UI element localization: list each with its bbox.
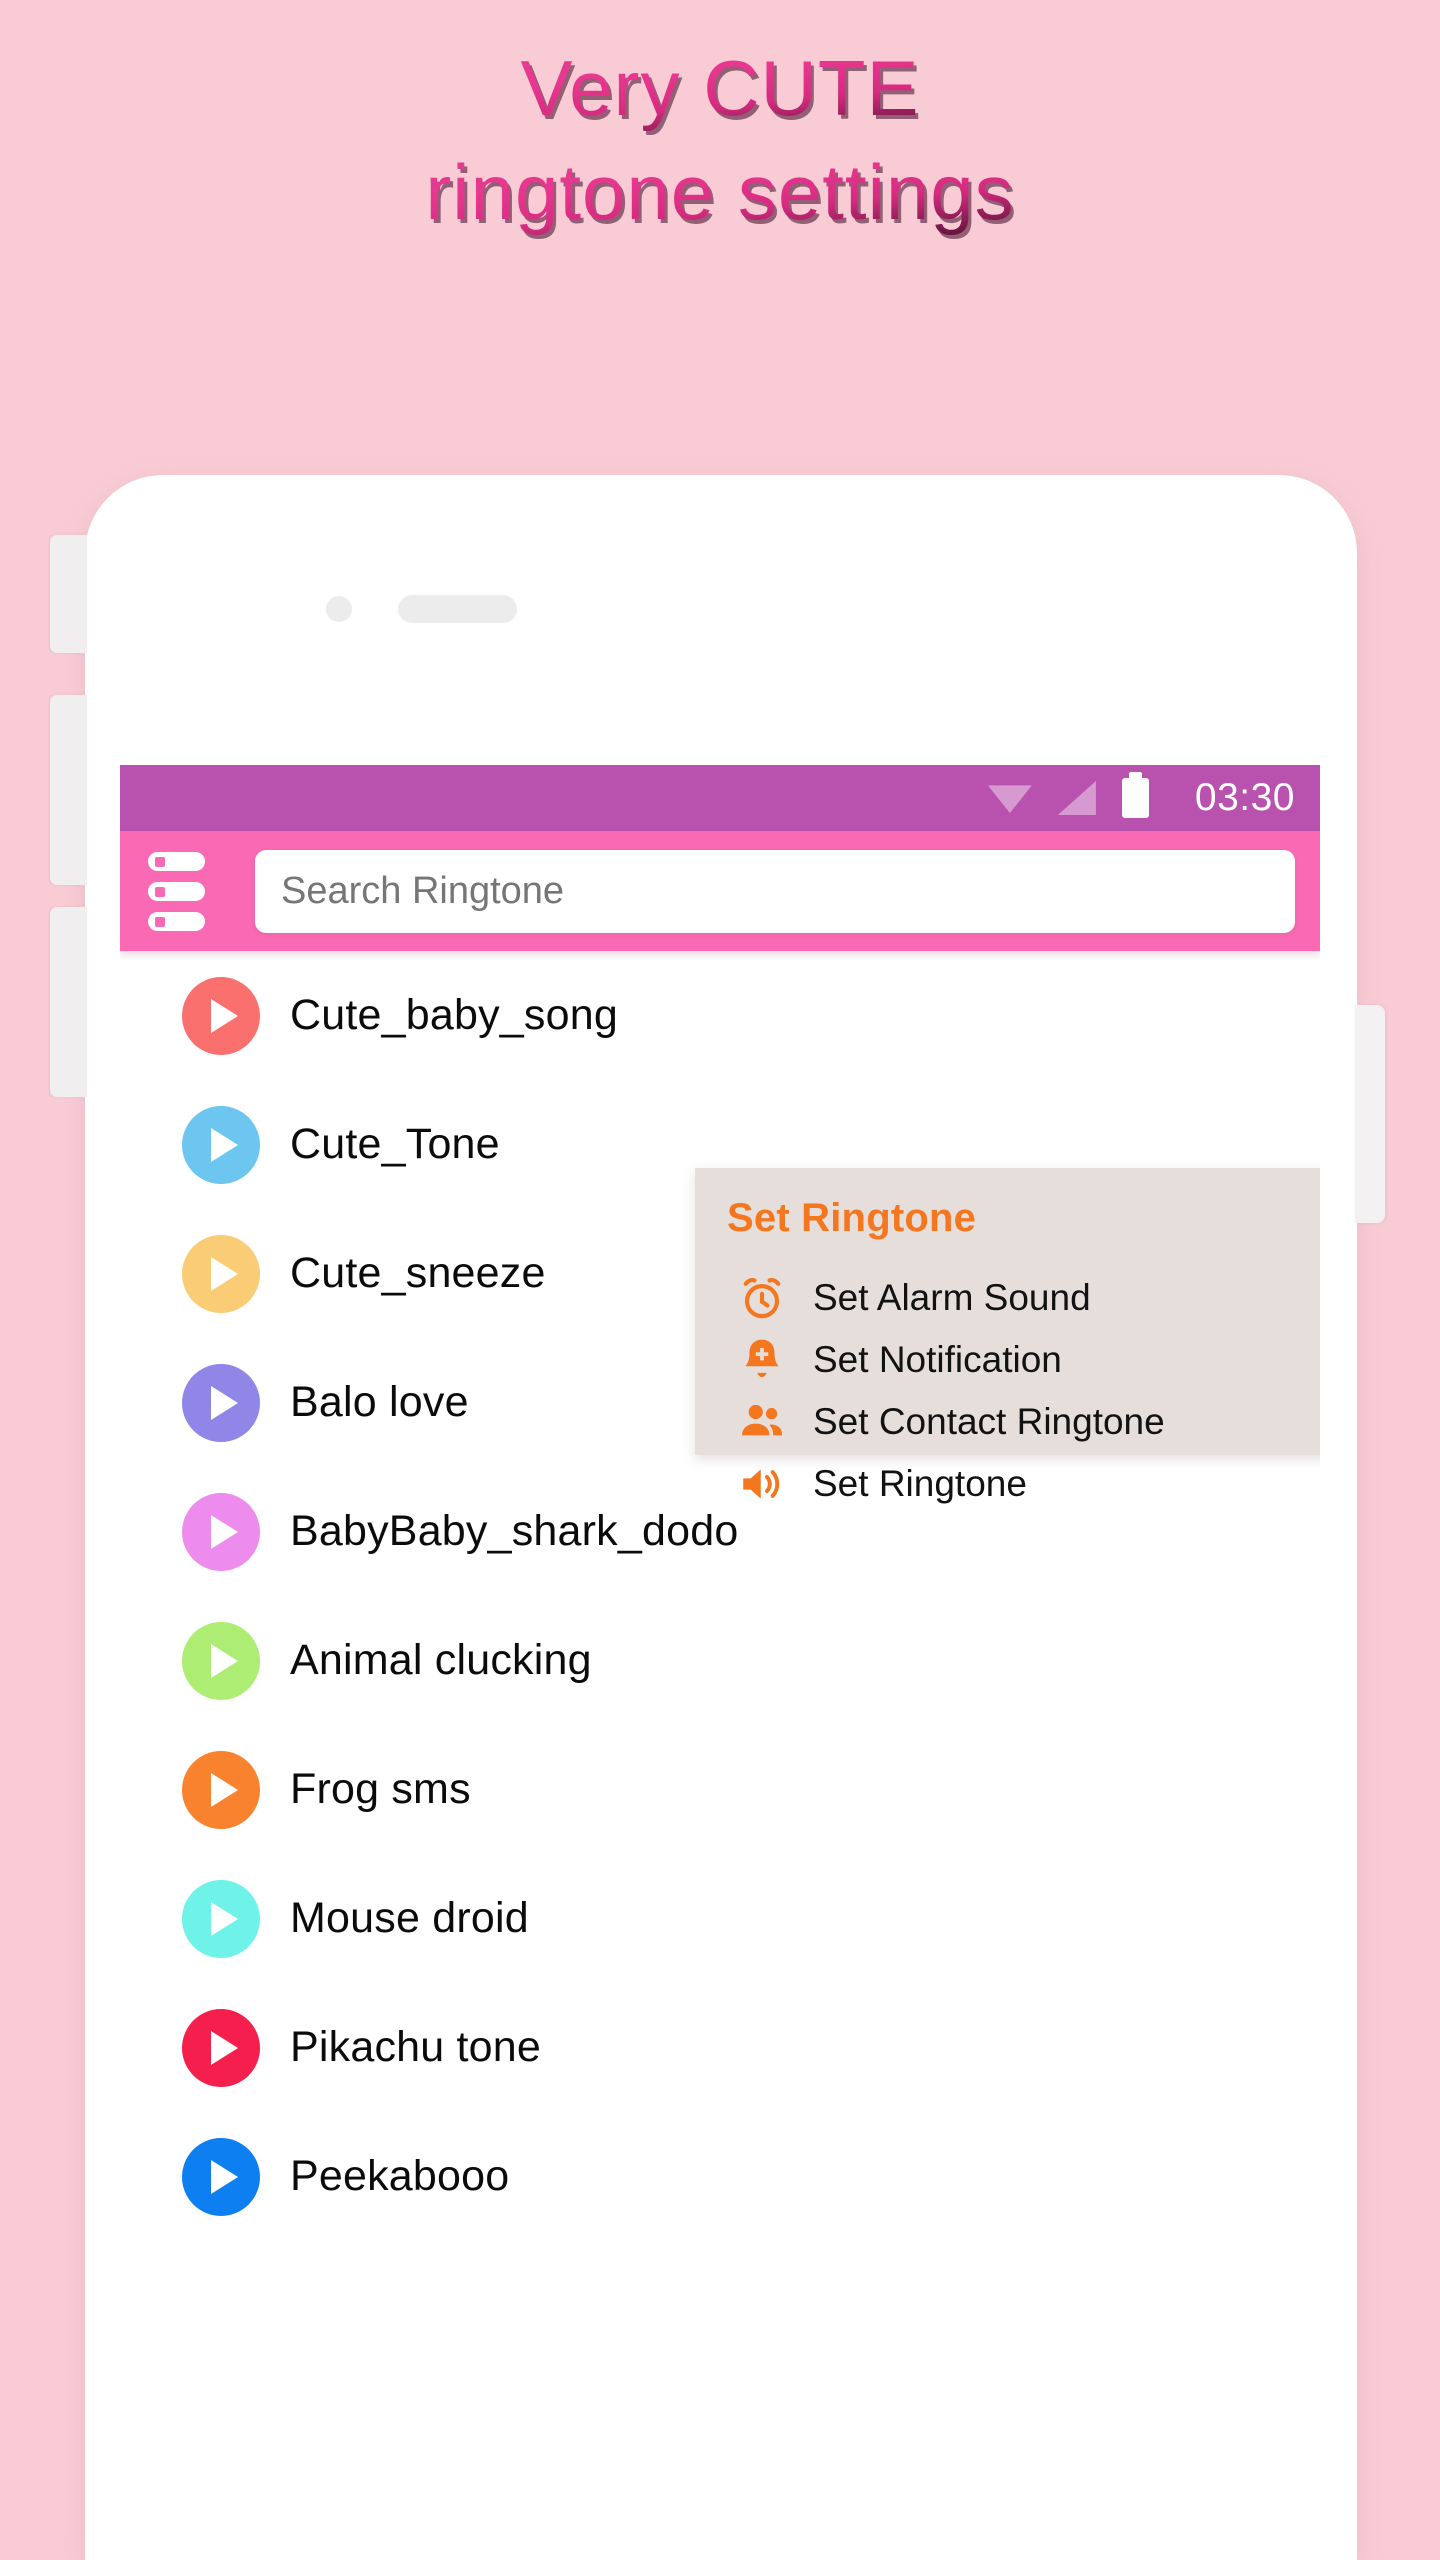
ringtone-row[interactable]: Mouse droid — [120, 1854, 1320, 1983]
ringtone-label: Cute_Tone — [290, 1120, 500, 1168]
ringtone-row[interactable]: Cute_baby_song — [120, 951, 1320, 1080]
phone-side-button-volume-down[interactable] — [50, 907, 87, 1097]
play-icon[interactable] — [182, 1492, 260, 1571]
hamburger-bar — [148, 911, 205, 931]
cellular-signal-icon — [1057, 781, 1096, 815]
hamburger-bar — [148, 851, 205, 871]
dialog-menu-item-label: Set Notification — [813, 1339, 1062, 1380]
dialog-menu-item[interactable]: Set Alarm Sound — [695, 1267, 1320, 1329]
status-bar: 03:30 — [120, 765, 1320, 831]
ringtone-label: Animal clucking — [290, 1636, 592, 1684]
people-icon — [737, 1397, 787, 1447]
dialog-menu-item[interactable]: Set Contact Ringtone — [695, 1391, 1320, 1453]
dialog-menu-item[interactable]: Set Ringtone — [695, 1453, 1320, 1515]
dialog-menu-item-label: Set Ringtone — [813, 1463, 1027, 1504]
ringtone-row[interactable]: Peekabooo — [120, 2112, 1320, 2241]
ringtone-label: Balo love — [290, 1378, 469, 1426]
play-icon[interactable] — [182, 1879, 260, 1958]
alarm-clock-icon — [737, 1273, 787, 1323]
ringtone-label: Mouse droid — [290, 1894, 529, 1942]
earpiece-speaker-icon — [398, 595, 517, 623]
bell-plus-icon — [737, 1335, 787, 1385]
set-ringtone-dialog: Set Ringtone Set Alarm Sound Set Notifica… — [695, 1168, 1320, 1504]
play-icon[interactable] — [182, 1750, 260, 1829]
play-icon[interactable] — [182, 2008, 260, 2087]
ringtone-row[interactable]: Pikachu tone — [120, 1983, 1320, 2112]
phone-side-button-volume-up[interactable] — [50, 695, 87, 885]
search-placeholder: Search Ringtone — [281, 869, 565, 912]
play-icon[interactable] — [182, 1621, 260, 1700]
ringtone-label: Cute_sneeze — [290, 1249, 546, 1297]
status-bar-clock: 03:30 — [1194, 776, 1295, 819]
phone-mockup: 03:30 Search Ringtone Cute_baby_song Cute… — [50, 475, 1385, 2560]
ringtone-label: Pikachu tone — [290, 2023, 542, 2071]
play-icon[interactable] — [182, 976, 260, 1055]
phone-side-button-power[interactable] — [1355, 1005, 1385, 1223]
ringtone-label: BabyBaby_shark_dodo — [290, 1507, 739, 1555]
speaker-volume-icon — [737, 1459, 787, 1509]
wifi-icon — [987, 785, 1032, 813]
dialog-menu-item[interactable]: Set Notification — [695, 1329, 1320, 1391]
ringtone-list: Cute_baby_song Cute_Tone Cute_sneeze Balo l… — [120, 951, 1320, 2241]
camera-dot-icon — [326, 596, 352, 622]
phone-screen: 03:30 Search Ringtone Cute_baby_song Cute… — [120, 765, 1320, 2560]
play-icon[interactable] — [182, 2137, 260, 2216]
dialog-title: Set Ringtone — [727, 1196, 977, 1240]
hamburger-bar — [148, 881, 205, 901]
ringtone-row[interactable]: Animal clucking — [120, 1596, 1320, 1725]
ringtone-row[interactable]: Frog sms — [120, 1725, 1320, 1854]
ringtone-label: Frog sms — [290, 1765, 471, 1813]
play-icon[interactable] — [182, 1234, 260, 1313]
ringtone-label: Cute_baby_song — [290, 991, 618, 1039]
play-icon[interactable] — [182, 1105, 260, 1184]
promo-banner: Very CUTE ringtone settings — [0, 0, 1440, 470]
play-icon[interactable] — [182, 1363, 260, 1442]
dialog-menu-item-label: Set Alarm Sound — [813, 1277, 1091, 1318]
ringtone-label: Peekabooo — [290, 2152, 510, 2200]
phone-side-button-silent[interactable] — [50, 535, 87, 653]
dialog-menu-item-label: Set Contact Ringtone — [813, 1401, 1165, 1442]
battery-full-icon — [1121, 772, 1149, 818]
hamburger-menu-icon[interactable] — [148, 851, 220, 931]
promo-title-line-2: ringtone settings — [425, 138, 1014, 246]
search-input[interactable]: Search Ringtone — [255, 849, 1295, 933]
app-header: Search Ringtone — [120, 831, 1320, 951]
promo-title-line-1: Very CUTE — [520, 34, 919, 142]
